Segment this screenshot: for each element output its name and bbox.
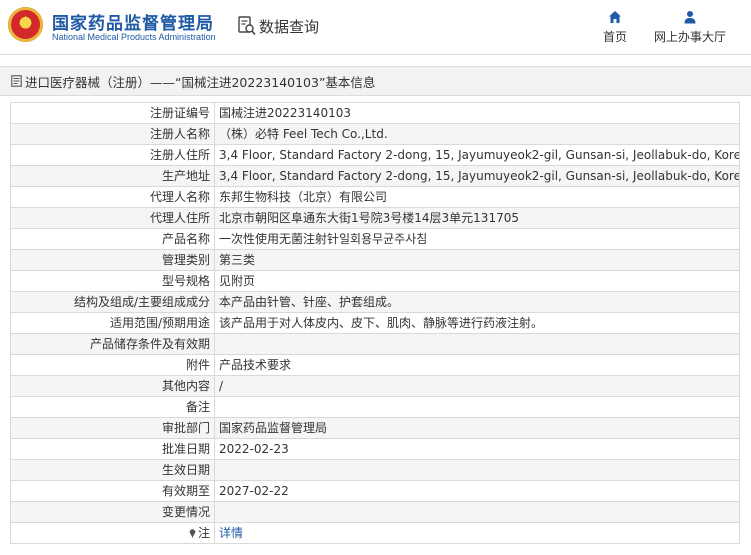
row-label: 管理类别 [10, 249, 215, 271]
national-emblem-logo: ★ [8, 7, 43, 42]
row-value: 北京市朝阳区阜通东大街1号院3号楼14层3单元131705 [214, 207, 740, 229]
table-row: 附件 产品技术要求 [10, 354, 740, 376]
table-row: 变更情况 [10, 501, 740, 523]
row-value [214, 396, 740, 418]
row-value: 国械注进20223140103 [214, 102, 740, 124]
note-value-cell: 详情 [214, 522, 740, 544]
row-label: 产品名称 [10, 228, 215, 250]
home-icon [609, 11, 621, 23]
org-name-cn: 国家药品监督管理局 [52, 14, 214, 34]
row-label: 审批部门 [10, 417, 215, 439]
row-value: 一次性使用无菌注射针일회용무균주사침 [214, 228, 740, 250]
row-value: 本产品由针管、针座、护套组成。 [214, 291, 740, 313]
row-label: 注册人名称 [10, 123, 215, 145]
row-value: 该产品用于对人体皮内、皮下、肌肉、静脉等进行药液注射。 [214, 312, 740, 334]
note-label-cell: 注 [10, 522, 215, 544]
row-label: 注册人住所 [10, 144, 215, 166]
details-link[interactable]: 详情 [219, 526, 243, 540]
table-row: 有效期至 2027-02-22 [10, 480, 740, 502]
row-label: 型号规格 [10, 270, 215, 292]
table-row: 产品储存条件及有效期 [10, 333, 740, 355]
pin-icon [189, 529, 196, 538]
row-value [214, 501, 740, 523]
table-row: 代理人住所 北京市朝阳区阜通东大街1号院3号楼14层3单元131705 [10, 207, 740, 229]
table-row: 产品名称 一次性使用无菌注射针일회용무균주사침 [10, 228, 740, 250]
org-name-en: National Medical Products Administration [52, 32, 216, 42]
table-row: 适用范围/预期用途 该产品用于对人体皮内、皮下、肌肉、静脉等进行药液注射。 [10, 312, 740, 334]
row-value [214, 459, 740, 481]
section-title: 进口医疗器械（注册）——“国械注进20223140103”基本信息 [25, 74, 376, 90]
row-label: 附件 [10, 354, 215, 376]
nav-home[interactable]: 首页 [600, 10, 630, 45]
row-value: 2022-02-23 [214, 438, 740, 460]
row-value: 国家药品监督管理局 [214, 417, 740, 439]
row-label: 适用范围/预期用途 [10, 312, 215, 334]
note-row: 注 详情 [10, 522, 740, 544]
row-label: 代理人名称 [10, 186, 215, 208]
row-label: 生产地址 [10, 165, 215, 187]
row-value: 2027-02-22 [214, 480, 740, 502]
nav-online-hall-label: 网上办事大厅 [653, 30, 726, 44]
header-gap [0, 55, 751, 66]
table-row: 管理类别 第三类 [10, 249, 740, 271]
table-row: 批准日期 2022-02-23 [10, 438, 740, 460]
nav-online-hall[interactable]: 网上办事大厅 [652, 10, 728, 45]
site-header: ★ 国家药品监督管理局 National Medical Products Ad… [0, 0, 751, 55]
data-query-link[interactable]: 数据查询 [238, 16, 319, 36]
row-value: 3,4 Floor, Standard Factory 2-dong, 15, … [214, 165, 740, 187]
row-label: 有效期至 [10, 480, 215, 502]
registration-detail-table: 注册证编号 国械注进20223140103 注册人名称 （株）必特 Feel Tec… [10, 102, 740, 544]
section-title-bar: 进口医疗器械（注册）——“国械注进20223140103”基本信息 [0, 66, 751, 96]
table-row: 其他内容 / [10, 375, 740, 397]
user-icon [684, 11, 696, 24]
note-label: 注 [197, 526, 210, 540]
row-value: 产品技术要求 [214, 354, 740, 376]
row-label: 生效日期 [10, 459, 215, 481]
row-value: / [214, 375, 740, 397]
table-row: 注册人住所 3,4 Floor, Standard Factory 2-dong,… [10, 144, 740, 166]
nav-home-label: 首页 [602, 30, 627, 44]
table-row: 备注 [10, 396, 740, 418]
data-query-label: 数据查询 [259, 17, 320, 36]
row-value: 见附页 [214, 270, 740, 292]
row-label: 结构及组成/主要组成成分 [10, 291, 215, 313]
row-label: 批准日期 [10, 438, 215, 460]
table-row: 注册人名称 （株）必特 Feel Tech Co.,Ltd. [10, 123, 740, 145]
row-label: 注册证编号 [10, 102, 215, 124]
row-value [214, 333, 740, 355]
row-label: 备注 [10, 396, 215, 418]
star-icon: ★ [20, 13, 31, 27]
row-label: 变更情况 [10, 501, 215, 523]
table-row: 注册证编号 国械注进20223140103 [10, 102, 740, 124]
search-document-icon [238, 16, 256, 36]
table-row: 生效日期 [10, 459, 740, 481]
document-icon [11, 75, 22, 87]
row-label: 产品储存条件及有效期 [10, 333, 215, 355]
detail-table-wrapper: 注册证编号 国械注进20223140103 注册人名称 （株）必特 Feel Tec… [0, 96, 751, 544]
table-row: 代理人名称 东邦生物科技（北京）有限公司 [10, 186, 740, 208]
table-row: 型号规格 见附页 [10, 270, 740, 292]
table-row: 生产地址 3,4 Floor, Standard Factory 2-dong, … [10, 165, 740, 187]
row-label: 其他内容 [10, 375, 215, 397]
row-value: （株）必特 Feel Tech Co.,Ltd. [214, 123, 740, 145]
table-row: 结构及组成/主要组成成分 本产品由针管、针座、护套组成。 [10, 291, 740, 313]
row-value: 东邦生物科技（北京）有限公司 [214, 186, 740, 208]
row-value: 第三类 [214, 249, 740, 271]
row-label: 代理人住所 [10, 207, 215, 229]
table-row: 审批部门 国家药品监督管理局 [10, 417, 740, 439]
row-value: 3,4 Floor, Standard Factory 2-dong, 15, … [214, 144, 740, 166]
